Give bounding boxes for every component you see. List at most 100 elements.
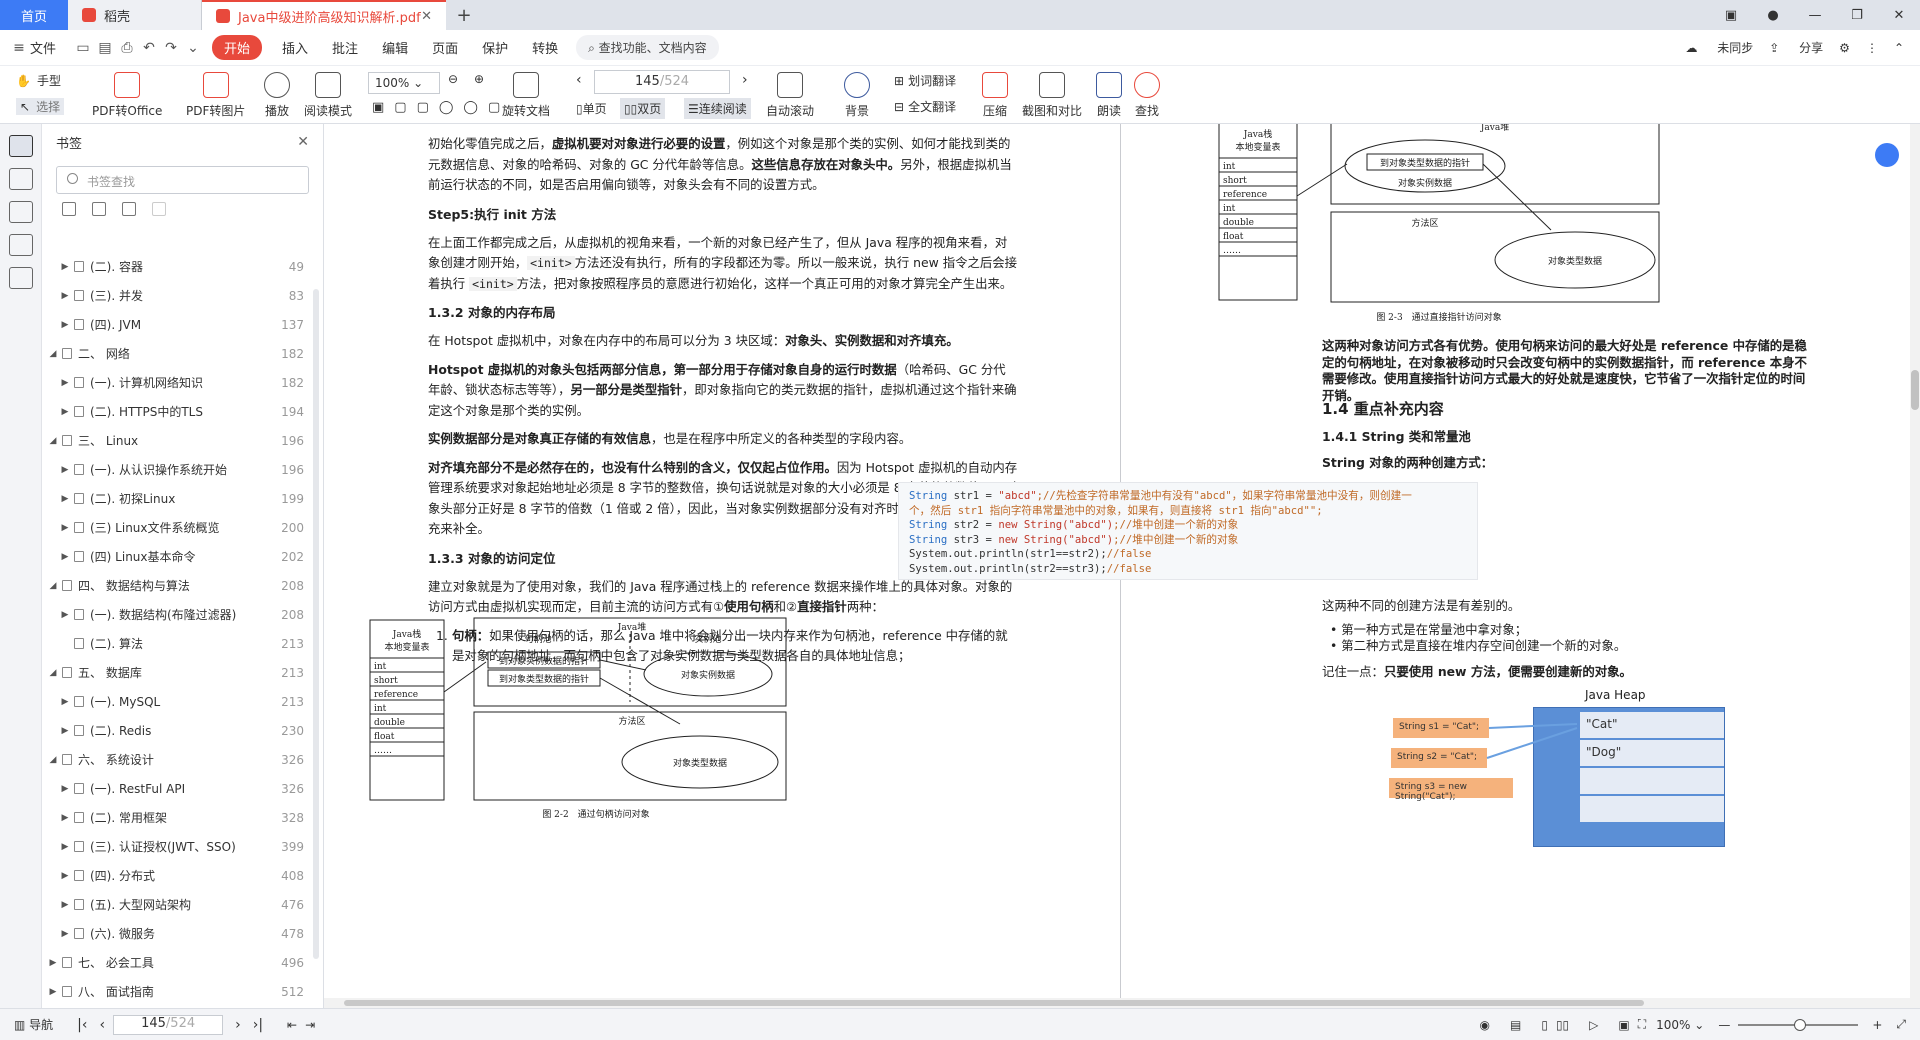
close-window-icon[interactable]: ✕ bbox=[1878, 8, 1920, 23]
bookmark-item[interactable]: (二). 算法 213 bbox=[42, 629, 324, 658]
new-tab-icon[interactable]: + bbox=[446, 0, 482, 30]
read-aloud-button[interactable]: 朗读 bbox=[1096, 72, 1122, 119]
menu-convert[interactable]: 转换 bbox=[532, 38, 558, 57]
fullscreen-icon[interactable]: ⤢ bbox=[1896, 1017, 1906, 1032]
bookmark-item[interactable]: ▶ (一). 从认识操作系统开始 196 bbox=[42, 455, 324, 484]
vertical-scroll-thumb[interactable] bbox=[1911, 370, 1919, 410]
close-panel-icon[interactable]: ✕ bbox=[297, 134, 309, 150]
nav-toggle[interactable]: ▥ 导航 bbox=[14, 1016, 53, 1033]
bookmark-item[interactable]: ▶ (四) Linux基本命令 202 bbox=[42, 542, 324, 571]
expand-arrow-icon[interactable]: ▶ bbox=[60, 842, 70, 852]
expand-arrow-icon[interactable]: ▶ bbox=[60, 320, 70, 330]
play-button[interactable]: 播放 bbox=[264, 72, 290, 119]
add-sub-bookmark-icon[interactable] bbox=[92, 202, 106, 216]
bookmark-item[interactable]: ▶ (二). Redis 230 bbox=[42, 716, 324, 745]
expand-arrow-icon[interactable]: ◢ bbox=[48, 436, 58, 446]
bookmark-item[interactable]: ◢ 二、 网络 182 bbox=[42, 339, 324, 368]
restore-icon[interactable]: ❐ bbox=[1836, 8, 1878, 23]
expand-arrow-icon[interactable]: ▶ bbox=[60, 929, 70, 939]
bookmark-item[interactable]: ▶ (一). MySQL 213 bbox=[42, 687, 324, 716]
bookmark-item[interactable]: ◢ 五、 数据库 213 bbox=[42, 658, 324, 687]
pdf-to-image-button[interactable]: PDF转图片 bbox=[186, 72, 245, 119]
hamburger-icon[interactable]: ≡ bbox=[8, 40, 30, 56]
attachment-panel-icon[interactable] bbox=[8, 234, 33, 256]
menu-page[interactable]: 页面 bbox=[432, 38, 458, 57]
bookmark-item[interactable]: ▶ (二). 初探Linux 199 bbox=[42, 484, 324, 513]
page-number-input[interactable]: 145/524 bbox=[594, 70, 730, 94]
continuous-view-icon[interactable]: ▤ bbox=[1510, 1018, 1521, 1032]
expand-arrow-icon[interactable]: ▶ bbox=[48, 987, 58, 997]
bookmark-item[interactable]: ◢ 三、 Linux 196 bbox=[42, 426, 324, 455]
function-search[interactable]: ⌕ 查找功能、文档内容 bbox=[576, 35, 719, 60]
bookmark-item[interactable]: ▶ (四). 分布式 408 bbox=[42, 861, 324, 890]
horizontal-scroll-thumb[interactable] bbox=[344, 1000, 1644, 1006]
bookmark-item[interactable]: ▶ (一). RestFul API 326 bbox=[42, 774, 324, 803]
bookmark-panel-icon[interactable] bbox=[8, 135, 33, 157]
bookmark-item[interactable]: ◢ 六、 系统设计 326 bbox=[42, 745, 324, 774]
first-page-icon[interactable]: |‹ bbox=[77, 1017, 87, 1033]
expand-arrow-icon[interactable]: ▶ bbox=[60, 378, 70, 388]
bookmark-item[interactable]: ▶ (三). 认证授权(JWT、SSO) 399 bbox=[42, 832, 324, 861]
next-page-status-icon[interactable]: › bbox=[235, 1017, 241, 1033]
expand-arrow-icon[interactable]: ◢ bbox=[48, 755, 58, 765]
word-translate-button[interactable]: ⊞ 划词翻译 bbox=[894, 72, 956, 89]
settings-icon[interactable]: ⚙ bbox=[1839, 41, 1850, 55]
expand-arrow-icon[interactable]: ▶ bbox=[60, 697, 70, 707]
more-menu-icon[interactable]: ⋮ bbox=[1866, 41, 1878, 55]
bookmark-item[interactable]: ▶ 八、 面试指南 512 bbox=[42, 977, 324, 1006]
exit-icon[interactable]: ⇤ bbox=[287, 1018, 297, 1032]
bookmark-flag-icon[interactable] bbox=[152, 202, 166, 216]
menu-start[interactable]: 开始 bbox=[212, 35, 263, 60]
last-page-icon[interactable]: ›| bbox=[253, 1017, 263, 1033]
expand-arrow-icon[interactable]: ◢ bbox=[48, 349, 58, 359]
expand-arrow-icon[interactable]: ◢ bbox=[48, 581, 58, 591]
layout-icon[interactable]: ▣ bbox=[1710, 8, 1752, 23]
thumbnail-panel-icon[interactable] bbox=[8, 168, 33, 190]
menu-edit[interactable]: 编辑 bbox=[382, 38, 408, 57]
bookmark-item[interactable]: ▶ (二). 容器 49 bbox=[42, 252, 324, 281]
expand-arrow-icon[interactable]: ▶ bbox=[60, 726, 70, 736]
background-button[interactable]: 背景 bbox=[844, 72, 870, 119]
find-button[interactable]: 查找 bbox=[1134, 72, 1160, 119]
expand-arrow-icon[interactable]: ▶ bbox=[60, 871, 70, 881]
vertical-scrollbar[interactable] bbox=[1910, 124, 1920, 1008]
bookmark-item[interactable]: ▶ (一). 计算机网络知识 182 bbox=[42, 368, 324, 397]
bookmark-item[interactable]: ▶ (二). 常用框架 328 bbox=[42, 803, 324, 832]
fit-page-icon[interactable]: ⛶ bbox=[1638, 1017, 1646, 1032]
bookmark-item[interactable]: ▶ (六). 微服务 478 bbox=[42, 919, 324, 948]
delete-bookmark-icon[interactable] bbox=[122, 202, 136, 216]
expand-arrow-icon[interactable]: ▶ bbox=[60, 610, 70, 620]
single-page-button[interactable]: ▯ 单页 bbox=[576, 100, 607, 117]
undo-icon[interactable]: ↶ bbox=[138, 40, 160, 56]
enter-icon[interactable]: ⇥ bbox=[305, 1018, 315, 1032]
bookmark-item[interactable]: ▶ (四). JVM 137 bbox=[42, 310, 324, 339]
zoom-out-icon[interactable]: ⊖ bbox=[448, 72, 458, 86]
expand-arrow-icon[interactable]: ▶ bbox=[60, 494, 70, 504]
read-mode-button[interactable]: 阅读模式 bbox=[304, 72, 352, 119]
expand-arrow-icon[interactable]: ▶ bbox=[60, 262, 70, 272]
zoom-slider[interactable] bbox=[1738, 1018, 1859, 1031]
signature-panel-icon[interactable] bbox=[8, 267, 33, 289]
pdf-to-office-button[interactable]: PDF转Office bbox=[92, 72, 162, 119]
menu-file[interactable]: 文件 bbox=[30, 38, 56, 57]
bookmark-item[interactable]: ▶ (五). 大型网站架构 476 bbox=[42, 890, 324, 919]
collapse-icon[interactable]: ⌃ bbox=[1894, 41, 1904, 55]
bookmark-item[interactable]: ▶ (三) Linux文件系统概览 200 bbox=[42, 513, 324, 542]
close-tab-icon[interactable]: ✕ bbox=[421, 9, 432, 24]
bookmark-search-input[interactable]: 书签查找 bbox=[56, 166, 309, 194]
double-page-button[interactable]: ▯▯ 双页 bbox=[620, 98, 666, 119]
zoom-in-icon[interactable]: ⊕ bbox=[474, 72, 484, 86]
single-view-icon[interactable]: ▯ bbox=[1541, 1018, 1548, 1032]
tab-store[interactable]: 稻壳 bbox=[68, 0, 202, 30]
bookmark-item[interactable]: ▶ (三). 并发 83 bbox=[42, 281, 324, 310]
fit-width-icon[interactable]: ▣ bbox=[1618, 1018, 1629, 1032]
hand-tool[interactable]: ✋ 手型 bbox=[16, 72, 61, 89]
expand-arrow-icon[interactable]: ▶ bbox=[60, 407, 70, 417]
view-mode-icons[interactable]: ▣▢▢◯◯▢ bbox=[372, 100, 510, 115]
bookmark-scrollbar[interactable] bbox=[313, 289, 319, 959]
menu-protect[interactable]: 保护 bbox=[482, 38, 508, 57]
rotate-document-button[interactable]: 旋转文档 bbox=[502, 72, 550, 119]
comment-panel-icon[interactable] bbox=[8, 201, 33, 223]
bookmark-item[interactable]: ◢ 四、 数据结构与算法 208 bbox=[42, 571, 324, 600]
more-icon[interactable]: ⌄ bbox=[182, 40, 204, 56]
